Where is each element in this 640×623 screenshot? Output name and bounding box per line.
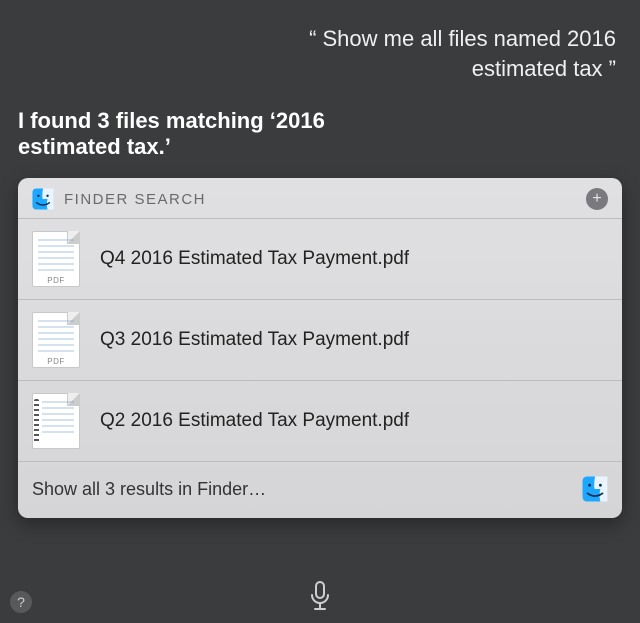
card-header: FINDER SEARCH +: [18, 178, 622, 218]
finder-search-card: FINDER SEARCH + PDF Q4 2016 Estimated Ta…: [18, 178, 622, 518]
file-name: Q3 2016 Estimated Tax Payment.pdf: [100, 329, 409, 351]
help-icon: ?: [17, 594, 25, 610]
file-badge: PDF: [35, 357, 77, 366]
result-list: PDF Q4 2016 Estimated Tax Payment.pdf PD…: [18, 218, 622, 461]
finder-icon: [582, 476, 608, 502]
plus-icon: +: [592, 191, 601, 207]
show-all-in-finder[interactable]: Show all 3 results in Finder…: [18, 461, 622, 518]
microphone-button[interactable]: [300, 577, 340, 617]
finder-icon: [32, 188, 54, 210]
user-utterance: “ Show me all files named 2016 estimated…: [260, 24, 616, 83]
file-badge: PDF: [35, 276, 77, 285]
siri-response-text: I found 3 files matching ‘2016 estimated…: [18, 108, 380, 161]
footer-text: Show all 3 results in Finder…: [32, 479, 582, 500]
document-icon: [32, 393, 80, 449]
file-name: Q2 2016 Estimated Tax Payment.pdf: [100, 410, 409, 432]
add-to-results-button[interactable]: +: [586, 188, 608, 210]
help-button[interactable]: ?: [10, 591, 32, 613]
microphone-icon: [308, 581, 332, 613]
card-title: FINDER SEARCH: [64, 191, 586, 208]
result-row[interactable]: Q2 2016 Estimated Tax Payment.pdf: [18, 380, 622, 461]
result-row[interactable]: PDF Q4 2016 Estimated Tax Payment.pdf: [18, 218, 622, 299]
result-row[interactable]: PDF Q3 2016 Estimated Tax Payment.pdf: [18, 299, 622, 380]
file-name: Q4 2016 Estimated Tax Payment.pdf: [100, 248, 409, 270]
document-icon: PDF: [32, 312, 80, 368]
document-icon: PDF: [32, 231, 80, 287]
